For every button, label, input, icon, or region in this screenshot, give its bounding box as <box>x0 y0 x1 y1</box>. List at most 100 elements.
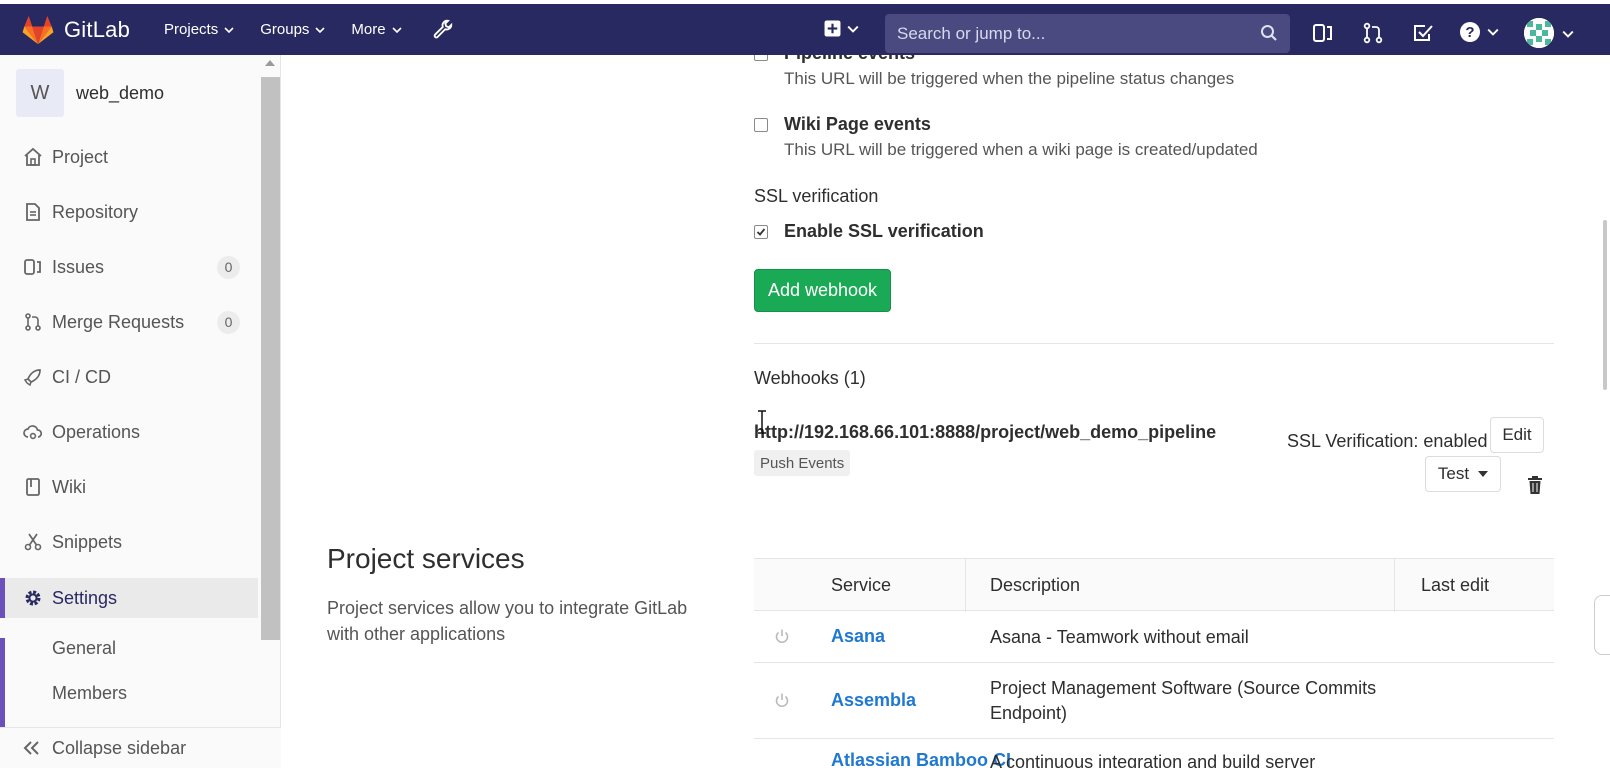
collapse-sidebar-button[interactable]: Collapse sidebar <box>0 727 281 768</box>
pipeline-events-label: Pipeline events <box>784 55 915 64</box>
document-icon <box>26 203 40 221</box>
sidebar-item-label: CI / CD <box>52 366 112 387</box>
table-row: Assembla Project Management Software (So… <box>754 663 1554 739</box>
wiki-events-label: Wiki Page events <box>784 114 931 134</box>
sidebar-item-repository[interactable]: Repository <box>0 192 258 232</box>
double-chevron-left-icon <box>23 741 39 755</box>
ssl-verification-section-label: SSL verification <box>754 186 879 206</box>
sidebar-item-merge-requests[interactable]: Merge Requests 0 <box>0 302 258 342</box>
top-navbar: GitLab Projects Groups More Search or ju… <box>0 0 1610 55</box>
caret-down-icon <box>1478 471 1489 477</box>
nav-groups-label: Groups <box>260 21 310 38</box>
column-divider <box>965 559 966 612</box>
merge-requests-count-badge: 0 <box>217 310 240 334</box>
chevron-down-icon <box>224 26 234 33</box>
gitlab-logo-icon <box>22 15 54 44</box>
pipeline-events-checkbox[interactable] <box>754 55 768 61</box>
sidebar-subitem-members[interactable]: Members <box>52 683 127 704</box>
sidebar-subitem-general[interactable]: General <box>52 638 116 659</box>
nav-projects-dropdown[interactable]: Projects <box>164 19 234 41</box>
merge-request-icon[interactable] <box>1362 22 1384 44</box>
sidebar-scroll-up-arrow[interactable] <box>265 60 275 66</box>
add-webhook-button[interactable]: Add webhook <box>754 269 891 312</box>
project-services-description: Project services allow you to integrate … <box>327 598 688 644</box>
service-link-atlassian-bamboo[interactable]: Atlassian Bamboo CI <box>831 750 1011 768</box>
wiki-events-checkbox[interactable] <box>754 117 768 132</box>
chevron-down-icon[interactable] <box>1562 28 1574 40</box>
webhook-ssl-status: SSL Verification: enabled <box>1287 431 1488 451</box>
user-avatar[interactable] <box>1524 18 1554 48</box>
sidebar-item-ci-cd[interactable]: CI / CD <box>0 357 258 397</box>
column-header-description: Description <box>990 575 1081 595</box>
scissors-icon <box>24 533 42 551</box>
table-row: Atlassian Bamboo CI A continuous integra… <box>754 739 1554 768</box>
project-header[interactable]: W web_demo <box>16 69 164 117</box>
sidebar-item-snippets[interactable]: Snippets <box>0 522 258 562</box>
help-dropdown[interactable]: ? <box>1459 21 1499 43</box>
sidebar-item-operations[interactable]: Operations <box>0 412 258 452</box>
brand-name: GitLab <box>64 16 131 42</box>
sidebar-item-label: Repository <box>52 201 139 222</box>
nav-more-dropdown[interactable]: More <box>351 19 402 41</box>
power-icon <box>775 693 789 708</box>
rocket-icon <box>23 369 41 387</box>
service-link-asana[interactable]: Asana <box>831 626 885 647</box>
page-scrollbar-thumb[interactable] <box>1603 220 1607 390</box>
todo-checkbox-icon[interactable] <box>1412 22 1434 44</box>
cloud-gear-icon <box>23 425 43 440</box>
search-icon <box>1261 25 1277 41</box>
project-avatar: W <box>16 69 64 117</box>
sidebar-scrollbar-thumb[interactable] <box>261 77 280 640</box>
service-description: Asana - Teamwork without email <box>990 627 1249 647</box>
sidebar-item-label: Issues <box>52 256 105 277</box>
project-name: web_demo <box>76 82 165 103</box>
project-services-title: Project services <box>327 543 525 574</box>
trash-icon[interactable] <box>1526 475 1544 495</box>
sidebar-item-label: Settings <box>52 587 118 608</box>
ssl-verification-label: Enable SSL verification <box>784 221 984 241</box>
svg-text:?: ? <box>1465 24 1474 41</box>
nav-more-label: More <box>351 21 386 38</box>
wiki-events-help: This URL will be triggered when a wiki p… <box>784 140 1258 159</box>
webhook-url: http://192.168.66.101:8888/project/web_d… <box>754 422 1217 442</box>
service-link-assembla[interactable]: Assembla <box>831 690 916 711</box>
sidebar-item-project[interactable]: Project <box>0 137 258 177</box>
help-question-icon: ? <box>1460 22 1480 42</box>
services-table-header: Service Description Last edit <box>754 558 1554 612</box>
checkmark-icon <box>756 227 766 236</box>
test-button-label: Test <box>1437 464 1470 483</box>
home-icon <box>24 147 42 166</box>
text-cursor-icon <box>758 410 766 434</box>
divider <box>754 343 1554 344</box>
sidebar-item-issues[interactable]: Issues 0 <box>0 247 258 287</box>
edge-panel-handle[interactable] <box>1594 595 1610 655</box>
admin-wrench-icon[interactable] <box>432 19 454 41</box>
chevron-down-icon <box>847 25 859 33</box>
nav-projects-label: Projects <box>164 21 219 38</box>
webhook-event-badge: Push Events <box>754 450 851 476</box>
chevron-down-icon <box>1487 28 1499 36</box>
wiki-events-row: Wiki Page events <box>754 114 931 135</box>
new-item-dropdown[interactable] <box>824 20 859 37</box>
power-icon <box>775 629 789 644</box>
sidebar-item-wiki[interactable]: Wiki <box>0 467 258 507</box>
sidebar-item-settings[interactable]: Settings <box>0 578 258 618</box>
nav-groups-dropdown[interactable]: Groups <box>260 19 325 41</box>
nav-menu: Projects Groups More <box>164 19 454 41</box>
sidebar-item-label: Wiki <box>52 476 86 497</box>
brand[interactable]: GitLab <box>22 15 130 45</box>
page-scrollbar[interactable] <box>1591 55 1610 768</box>
chevron-down-icon <box>315 26 325 33</box>
webhook-edit-button[interactable]: Edit <box>1490 417 1544 453</box>
search-input[interactable] <box>885 23 1245 44</box>
webhook-test-dropdown[interactable]: Test <box>1425 456 1501 492</box>
search-bar[interactable] <box>885 14 1290 53</box>
column-divider <box>1394 559 1395 612</box>
sidebar-item-label: Project <box>52 146 109 167</box>
column-header-last-edit: Last edit <box>1421 575 1490 595</box>
issues-icon[interactable] <box>1312 22 1334 44</box>
ssl-verification-checkbox[interactable] <box>754 224 768 239</box>
gear-icon <box>25 590 41 606</box>
main-content: Pipeline events This URL will be trigger… <box>281 55 1610 768</box>
sidebar-item-label: Operations <box>52 421 141 442</box>
